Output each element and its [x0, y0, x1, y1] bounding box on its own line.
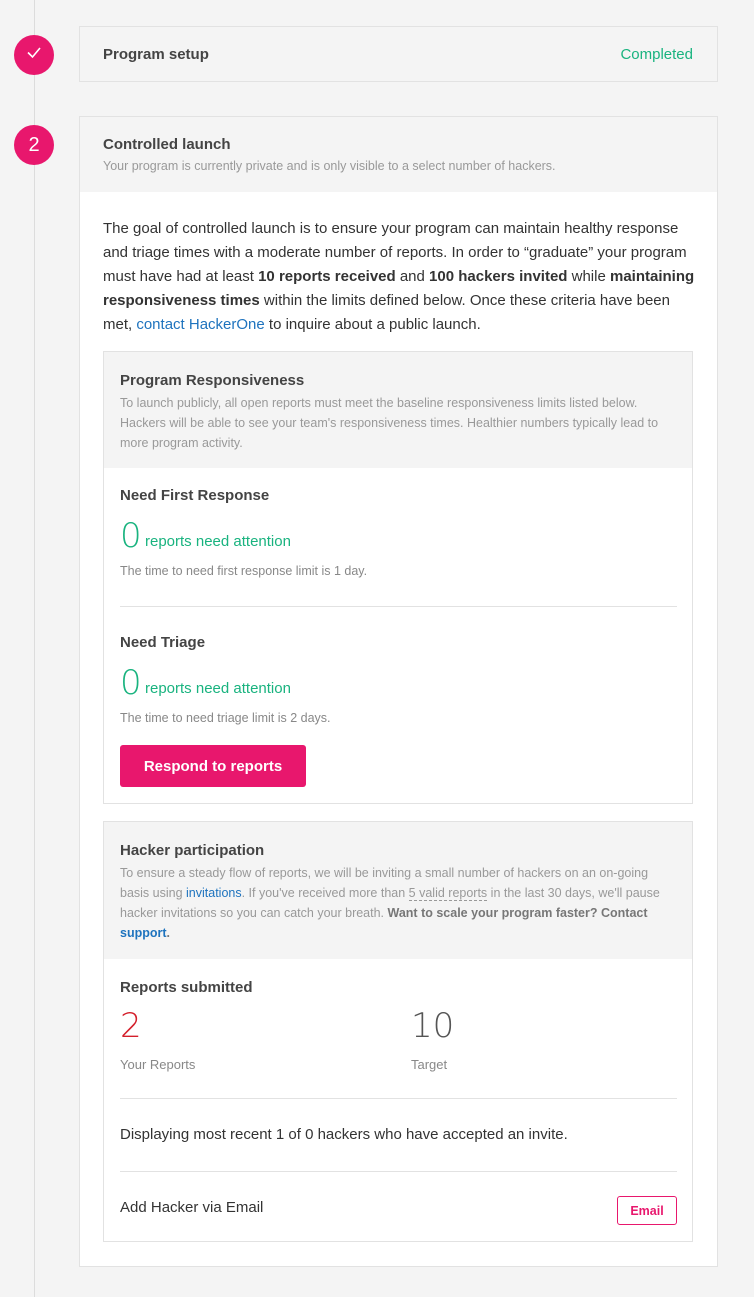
your-reports-count: 2: [120, 1006, 142, 1046]
triage-count: 0: [120, 663, 142, 703]
responsiveness-title: Program Responsiveness: [120, 372, 305, 389]
target-count: 10: [411, 1006, 455, 1046]
responsiveness-header: Program Responsiveness To launch publicl…: [104, 352, 692, 468]
intro-text: while: [567, 268, 610, 285]
target-label: Target: [411, 1057, 448, 1072]
controlled-launch-subtitle: Your program is currently private and is…: [103, 159, 556, 173]
check-icon: [25, 43, 43, 67]
hacker-participation-panel: Hacker participation To ensure a steady …: [103, 821, 693, 1242]
intro-text: to inquire about a public launch.: [264, 316, 481, 333]
participation-header: Hacker participation To ensure a steady …: [104, 822, 692, 959]
scale-program-text: Want to scale your program faster? Conta…: [387, 906, 648, 920]
intro-bold-hackers: 100 hackers invited: [429, 268, 568, 285]
controlled-launch-header: Controlled launch Your program is curren…: [80, 117, 717, 192]
reports-submitted-title: Reports submitted: [120, 979, 253, 996]
program-setup-status: Completed: [620, 46, 693, 63]
triage-limit-note: The time to need triage limit is 2 days.: [120, 711, 331, 725]
participation-description: To ensure a steady flow of reports, we w…: [120, 863, 675, 943]
step-complete-badge: [14, 35, 54, 75]
timeline-line: [34, 0, 35, 1297]
need-triage-title: Need Triage: [120, 634, 206, 651]
first-response-attention-label: reports need attention: [145, 533, 291, 550]
your-reports-label: Your Reports: [120, 1057, 196, 1072]
need-first-response-title: Need First Response: [120, 487, 270, 504]
step-number-badge: 2: [14, 125, 54, 165]
program-setup-card[interactable]: Program setup Completed: [79, 26, 718, 82]
program-responsiveness-panel: Program Responsiveness To launch publicl…: [103, 351, 693, 804]
triage-attention-label: reports need attention: [145, 680, 291, 697]
email-invite-button[interactable]: Email: [617, 1196, 677, 1225]
first-response-limit-note: The time to need first response limit is…: [120, 564, 368, 578]
controlled-launch-title: Controlled launch: [103, 136, 231, 153]
intro-bold-reports: 10 reports received: [258, 268, 396, 285]
participation-text: . If you've received more than: [241, 886, 409, 900]
respond-to-reports-button[interactable]: Respond to reports: [120, 745, 306, 787]
participation-title: Hacker participation: [120, 842, 265, 859]
controlled-launch-intro: The goal of controlled launch is to ensu…: [103, 217, 698, 337]
participation-text: .: [166, 926, 171, 940]
first-response-count: 0: [120, 516, 142, 556]
contact-hackerone-link[interactable]: contact HackerOne: [136, 316, 264, 333]
valid-reports-tooltip[interactable]: 5 valid reports: [408, 886, 488, 901]
support-link[interactable]: support: [120, 926, 167, 940]
divider: [120, 606, 677, 607]
invitations-link[interactable]: invitations: [186, 886, 242, 900]
responsiveness-description: To launch publicly, all open reports mus…: [120, 396, 659, 450]
intro-text: and: [395, 268, 430, 285]
add-hacker-label: Add Hacker via Email: [120, 1199, 264, 1216]
controlled-launch-card: Controlled launch Your program is curren…: [79, 116, 718, 1267]
divider: [120, 1098, 677, 1099]
program-setup-title: Program setup: [103, 46, 209, 63]
accepted-hackers-text: Displaying most recent 1 of 0 hackers wh…: [120, 1126, 568, 1143]
divider: [120, 1171, 677, 1172]
